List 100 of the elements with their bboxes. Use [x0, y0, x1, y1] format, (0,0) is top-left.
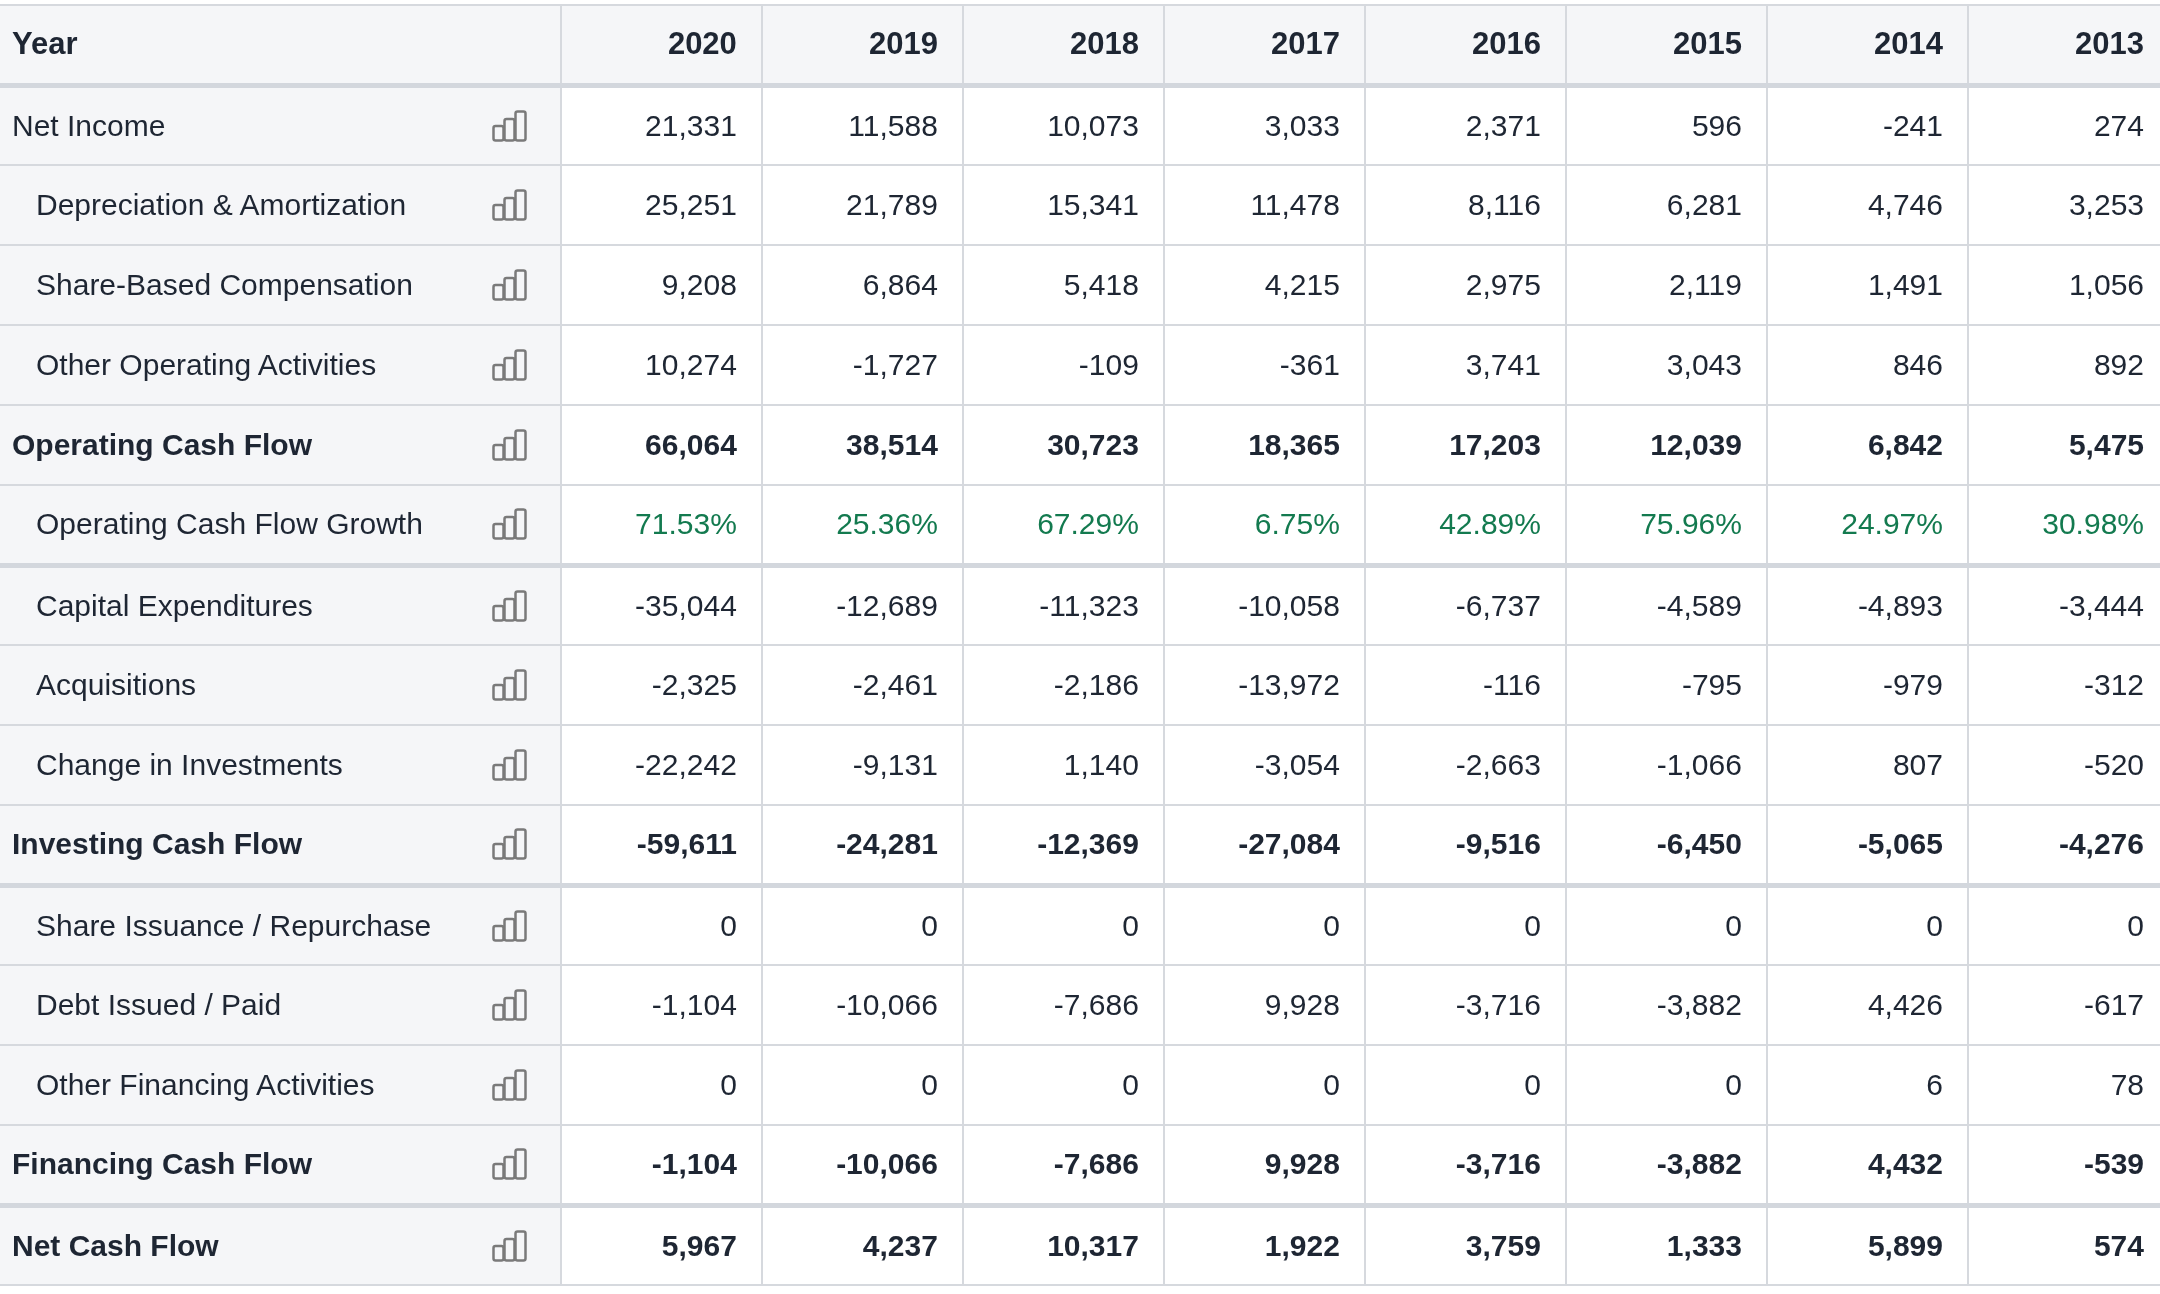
- table-cell: 574: [1967, 1205, 2160, 1285]
- table-cell: 0: [560, 1045, 762, 1125]
- table-cell: 4,746: [1766, 165, 1968, 245]
- table-cell: -116: [1364, 645, 1566, 725]
- table-cell: 0: [761, 885, 963, 965]
- bar-chart-icon[interactable]: [491, 269, 528, 301]
- table-cell: 5,418: [962, 245, 1164, 325]
- table-cell: -7,686: [962, 965, 1164, 1045]
- table-cell: 11,478: [1163, 165, 1365, 245]
- table-cell: 3,759: [1364, 1205, 1566, 1285]
- table-cell: -4,893: [1766, 565, 1968, 645]
- table-cell: 30,723: [962, 405, 1164, 485]
- table-cell: -9,131: [761, 725, 963, 805]
- bar-chart-icon[interactable]: [491, 1229, 528, 1262]
- table-cell: 9,928: [1163, 965, 1365, 1045]
- row-label: Operating Cash Flow: [12, 428, 313, 462]
- table-cell: 3,033: [1163, 85, 1365, 165]
- bar-chart-icon[interactable]: [491, 1148, 528, 1181]
- table-cell: -241: [1766, 85, 1968, 165]
- bar-chart-icon[interactable]: [491, 1069, 528, 1101]
- table-cell: 15,341: [962, 165, 1164, 245]
- bar-chart-icon[interactable]: [491, 669, 528, 701]
- column-header: 2013: [1967, 5, 2160, 85]
- table-cell: 596: [1565, 85, 1767, 165]
- table-cell: 1,333: [1565, 1205, 1767, 1285]
- table-cell: 0: [1163, 885, 1365, 965]
- bar-chart-icon[interactable]: [491, 589, 528, 622]
- bar-chart-icon[interactable]: [491, 989, 528, 1021]
- table-cell: 66,064: [560, 405, 762, 485]
- row-label: Capital Expenditures: [35, 588, 313, 623]
- table-cell: 0: [1766, 885, 1968, 965]
- table-cell: 0: [962, 885, 1164, 965]
- column-header: 2017: [1163, 5, 1365, 85]
- table-cell: -4,589: [1565, 565, 1767, 645]
- table-cell: 17,203: [1364, 405, 1566, 485]
- column-header: 2015: [1565, 5, 1767, 85]
- table-cell: 6: [1766, 1045, 1968, 1125]
- table-cell: 18,365: [1163, 405, 1365, 485]
- row-label: Other Operating Activities: [35, 348, 377, 382]
- row-label: Depreciation & Amortization: [35, 188, 407, 222]
- table-cell: 2,119: [1565, 245, 1767, 325]
- table-cell: -10,066: [761, 965, 963, 1045]
- table-cell: 1,140: [962, 725, 1164, 805]
- table-cell: 6,842: [1766, 405, 1968, 485]
- table-cell: -1,727: [761, 325, 963, 405]
- bar-chart-icon[interactable]: [491, 349, 528, 381]
- column-header: 2014: [1766, 5, 1968, 85]
- table-cell: -22,242: [560, 725, 762, 805]
- column-header: Year: [0, 5, 561, 85]
- bar-chart-icon[interactable]: [491, 189, 528, 221]
- bar-chart-icon[interactable]: [491, 429, 528, 461]
- table-cell: 25,251: [560, 165, 762, 245]
- row-label: Change in Investments: [35, 748, 343, 782]
- table-cell: -2,663: [1364, 725, 1566, 805]
- row-label: Debt Issued / Paid: [35, 988, 282, 1022]
- table-cell: 38,514: [761, 405, 963, 485]
- table-cell: 0: [1163, 1045, 1365, 1125]
- table-cell: -13,972: [1163, 645, 1365, 725]
- column-header: 2016: [1364, 5, 1566, 85]
- table-cell: -3,716: [1364, 965, 1566, 1045]
- column-header: 2018: [962, 5, 1164, 85]
- table-cell: -12,689: [761, 565, 963, 645]
- table-cell: 4,237: [761, 1205, 963, 1285]
- table-cell: 10,317: [962, 1205, 1164, 1285]
- table-cell: 10,073: [962, 85, 1164, 165]
- bar-chart-icon[interactable]: [491, 909, 528, 942]
- row-label: Other Financing Activities: [35, 1068, 375, 1102]
- row-label: Operating Cash Flow Growth: [35, 507, 423, 542]
- table-cell: 12,039: [1565, 405, 1767, 485]
- column-header: 2019: [761, 5, 963, 85]
- column-header: 2020: [560, 5, 762, 85]
- row-label: Share Issuance / Repurchase: [35, 908, 432, 943]
- table-cell: 0: [1565, 1045, 1767, 1125]
- table-cell: 0: [761, 1045, 963, 1125]
- bar-chart-icon[interactable]: [491, 508, 528, 541]
- table-cell: 6,281: [1565, 165, 1767, 245]
- table-cell: 0: [1565, 885, 1767, 965]
- table-cell: -10,058: [1163, 565, 1365, 645]
- table-cell: 2,975: [1364, 245, 1566, 325]
- bar-chart-icon[interactable]: [491, 749, 528, 781]
- table-cell: -3,444: [1967, 565, 2160, 645]
- table-cell: 0: [1364, 1045, 1566, 1125]
- table-cell: 11,588: [761, 85, 963, 165]
- bar-chart-icon[interactable]: [491, 109, 528, 142]
- table-cell: 5,967: [560, 1205, 762, 1285]
- row-label: Acquisitions: [35, 668, 197, 702]
- table-cell: 4,426: [1766, 965, 1968, 1045]
- table-cell: 21,789: [761, 165, 963, 245]
- table-cell: -2,186: [962, 645, 1164, 725]
- table-cell: 8,116: [1364, 165, 1566, 245]
- table-cell: 0: [962, 1045, 1164, 1125]
- table-cell: 10,274: [560, 325, 762, 405]
- bar-chart-icon[interactable]: [491, 828, 528, 861]
- table-cell: 1,491: [1766, 245, 1968, 325]
- row-label: Share-Based Compensation: [35, 268, 413, 302]
- table-cell: 21,331: [560, 85, 762, 165]
- table-cell: -11,323: [962, 565, 1164, 645]
- table-cell: -1,066: [1565, 725, 1767, 805]
- table-cell: 9,208: [560, 245, 762, 325]
- table-cell: -3,882: [1565, 965, 1767, 1045]
